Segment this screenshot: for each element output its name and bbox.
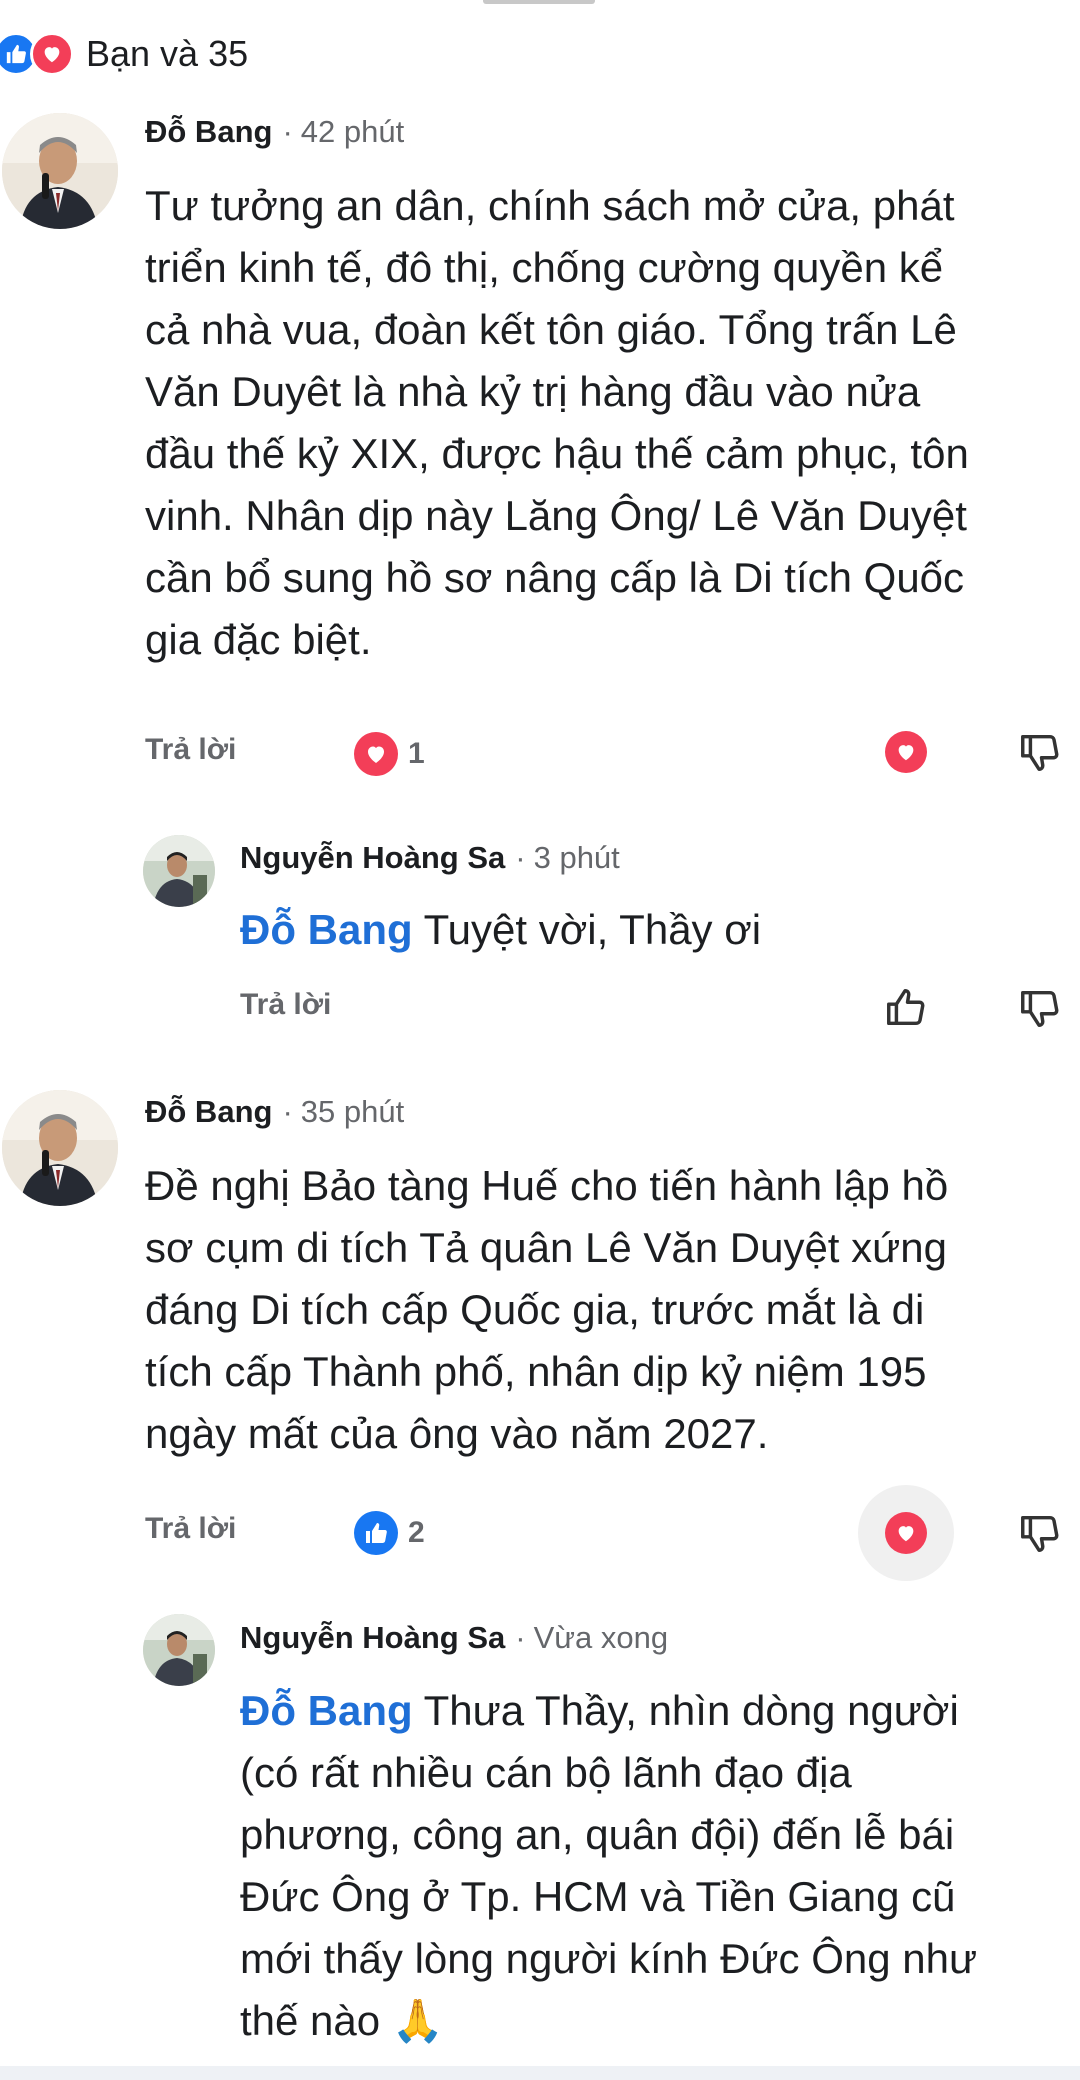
love-icon	[885, 1512, 927, 1554]
bottom-input-bar	[0, 2066, 1080, 2080]
reply-button[interactable]: Trả lời	[240, 988, 331, 1022]
reply-button[interactable]: Trả lời	[145, 1512, 236, 1546]
avatar[interactable]	[2, 113, 118, 229]
like-button[interactable]	[876, 978, 936, 1038]
reaction-summary[interactable]: Bạn và 35	[0, 28, 248, 80]
drag-handle[interactable]	[483, 0, 595, 4]
thumbs-up-icon	[887, 989, 925, 1026]
author-name[interactable]: Đỗ Bang	[145, 1094, 272, 1130]
comment-text: Tư tưởng an dân, chính sách mở cửa, phát…	[145, 182, 969, 663]
comment-meta: Nguyễn Hoàng Sa · Vừa xong	[240, 1620, 669, 1656]
dislike-button[interactable]	[1010, 978, 1070, 1038]
thumbs-down-icon	[1021, 990, 1059, 1027]
love-icon	[30, 32, 74, 76]
like-icon	[354, 1511, 398, 1555]
comment-time[interactable]: 35 phút	[301, 1094, 404, 1130]
comment-meta: Đỗ Bang · 42 phút	[145, 114, 405, 150]
author-name[interactable]: Đỗ Bang	[145, 114, 272, 150]
avatar[interactable]	[143, 1614, 215, 1686]
author-name[interactable]: Nguyễn Hoàng Sa	[240, 1620, 505, 1656]
comment-meta: Nguyễn Hoàng Sa · 3 phút	[240, 840, 620, 876]
thumbs-down-icon	[1021, 734, 1059, 771]
reply-button[interactable]: Trả lời	[145, 733, 236, 767]
reaction-count[interactable]: 1	[354, 732, 425, 776]
love-icon	[885, 731, 927, 773]
comment-meta: Đỗ Bang · 35 phút	[145, 1094, 405, 1130]
dislike-button[interactable]	[1010, 1503, 1070, 1563]
comment-time[interactable]: 42 phút	[301, 114, 404, 150]
comment-time[interactable]: Vừa xong	[534, 1620, 669, 1656]
comment-text: Đỗ Bang Thưa Thầy, nhìn dòng người (có r…	[240, 1687, 978, 2044]
comment-text: Đỗ Bang Tuyệt vời, Thầy ơi	[240, 906, 762, 953]
dislike-button[interactable]	[1010, 722, 1070, 782]
reaction-count[interactable]: 2	[354, 1511, 425, 1555]
author-name[interactable]: Nguyễn Hoàng Sa	[240, 840, 505, 876]
love-reaction-button[interactable]	[858, 1485, 954, 1581]
comment-time[interactable]: 3 phút	[534, 840, 620, 876]
mention-link[interactable]: Đỗ Bang	[240, 906, 413, 953]
love-reaction-button[interactable]	[876, 722, 936, 782]
avatar[interactable]	[2, 1090, 118, 1206]
avatar[interactable]	[143, 835, 215, 907]
thumbs-down-icon	[1021, 1515, 1059, 1552]
love-icon	[354, 732, 398, 776]
reaction-summary-text: Bạn và 35	[86, 33, 249, 74]
comment-text: Đề nghị Bảo tàng Huế cho tiến hành lập h…	[145, 1162, 949, 1457]
mention-link[interactable]: Đỗ Bang	[240, 1687, 413, 1734]
